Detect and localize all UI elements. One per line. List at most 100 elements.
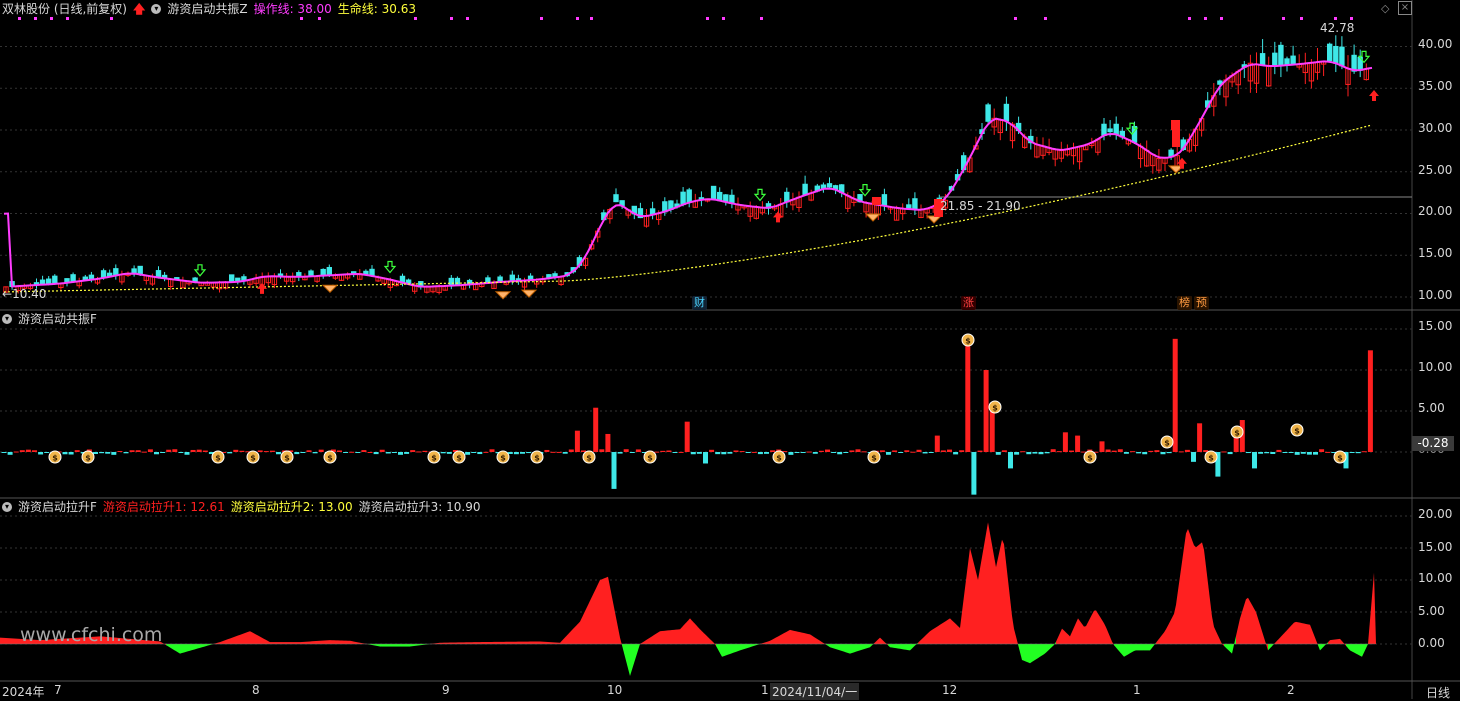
area-segment [694,623,696,644]
money-bag-icon-glyph: $ [1294,427,1300,436]
histogram-bar [544,450,549,452]
area-segment [1360,644,1362,657]
list-badge[interactable]: 榜 [1177,296,1192,310]
signal-dot [760,17,763,20]
area-segment [1072,627,1074,644]
panel3-title[interactable]: 游资启动拉升F [18,498,97,516]
indicator-menu-icon[interactable]: ▾ [151,4,161,14]
area-segment [562,638,564,644]
area-segment [1030,644,1032,663]
area-segment [730,644,732,654]
histogram-bar [837,452,842,454]
money-bag-icon-glyph: $ [776,454,782,463]
histogram-bar [782,451,787,452]
area-segment [940,624,942,644]
area-segment [1006,562,1008,644]
area-segment [592,592,594,644]
area-segment [630,644,632,676]
histogram-bar [1039,452,1044,454]
area-segment [538,641,540,644]
area-segment [736,644,738,652]
area-segment [1182,548,1184,644]
area-segment [1018,644,1020,652]
finance-badge[interactable]: 财 [692,296,707,310]
histogram-bar [404,452,409,454]
area-segment [996,558,998,644]
histogram-bar [117,451,122,452]
histogram-bar [996,452,1001,455]
area-segment [1036,644,1038,659]
area-segment [920,639,922,644]
panel3-menu-icon[interactable]: ▾ [2,502,12,512]
area-segment [1016,637,1018,645]
histogram-bar [32,450,37,452]
area-segment [1244,599,1246,644]
histogram-bar [1270,452,1275,454]
area-segment [412,644,414,646]
histogram-bar [1014,452,1019,455]
area-segment [404,644,406,647]
area-segment [624,644,626,661]
panel2-title[interactable]: 游资启动共振F [18,310,97,328]
area-segment [752,644,754,647]
area-segment [1090,615,1092,644]
money-bag-icon-glyph: $ [965,337,971,346]
area-segment [522,642,524,644]
area-segment [336,640,338,644]
forecast-badge[interactable]: 预 [1194,296,1209,310]
area-segment [1228,644,1230,652]
limit-up-badge[interactable]: 涨 [961,296,976,310]
money-bag-icon-glyph: $ [1087,454,1093,463]
histogram-bar [361,450,366,452]
area-segment [1248,598,1250,644]
indicator-name[interactable]: 游资启动共振Z [167,0,247,18]
candle-body [614,195,618,202]
area-segment [888,644,890,647]
candle-body [1114,124,1118,134]
area-segment [1078,618,1080,644]
area-segment [980,557,982,644]
histogram-bar [856,449,861,452]
area-segment [392,644,394,647]
panel2-menu-icon[interactable]: ▾ [2,314,12,324]
histogram-bar [563,452,568,454]
histogram-bar [313,452,318,453]
area-segment [356,642,358,644]
histogram-bar [1356,452,1361,453]
ytick: 35.00 [1418,79,1460,93]
area-segment [992,545,994,644]
area-segment [642,641,644,644]
area-segment [182,644,184,653]
area-segment [832,644,834,648]
area-segment [532,642,534,644]
area-segment [1166,625,1168,644]
stock-title[interactable]: 双林股份 (日线,前复权) [2,0,127,18]
area-segment [618,627,620,644]
area-segment [850,644,852,654]
area-segment [678,629,680,644]
area-segment [1214,627,1216,644]
area-segment [774,638,776,644]
histogram-bar [99,452,104,453]
histogram-bar [703,452,708,463]
histogram-bar [69,452,74,455]
area-segment [350,641,352,644]
area-segment [982,545,984,644]
area-segment [616,617,618,644]
histogram-bar [959,450,964,452]
close-icon[interactable]: × [1398,1,1412,15]
area-segment [962,596,964,644]
area-segment [1174,605,1176,644]
diamond-icon[interactable]: ◇ [1381,2,1389,15]
area-segment [334,640,336,644]
histogram-bar [233,450,238,452]
histogram-bar [1106,450,1111,452]
histogram-bar [971,452,976,495]
area-segment [684,623,686,644]
area-segment [740,644,742,650]
histogram-bar [2,452,7,453]
period-selector[interactable]: 日线 [1426,684,1450,701]
area-segment [1338,639,1340,644]
area-segment [200,644,202,648]
histogram-bar [191,450,196,452]
